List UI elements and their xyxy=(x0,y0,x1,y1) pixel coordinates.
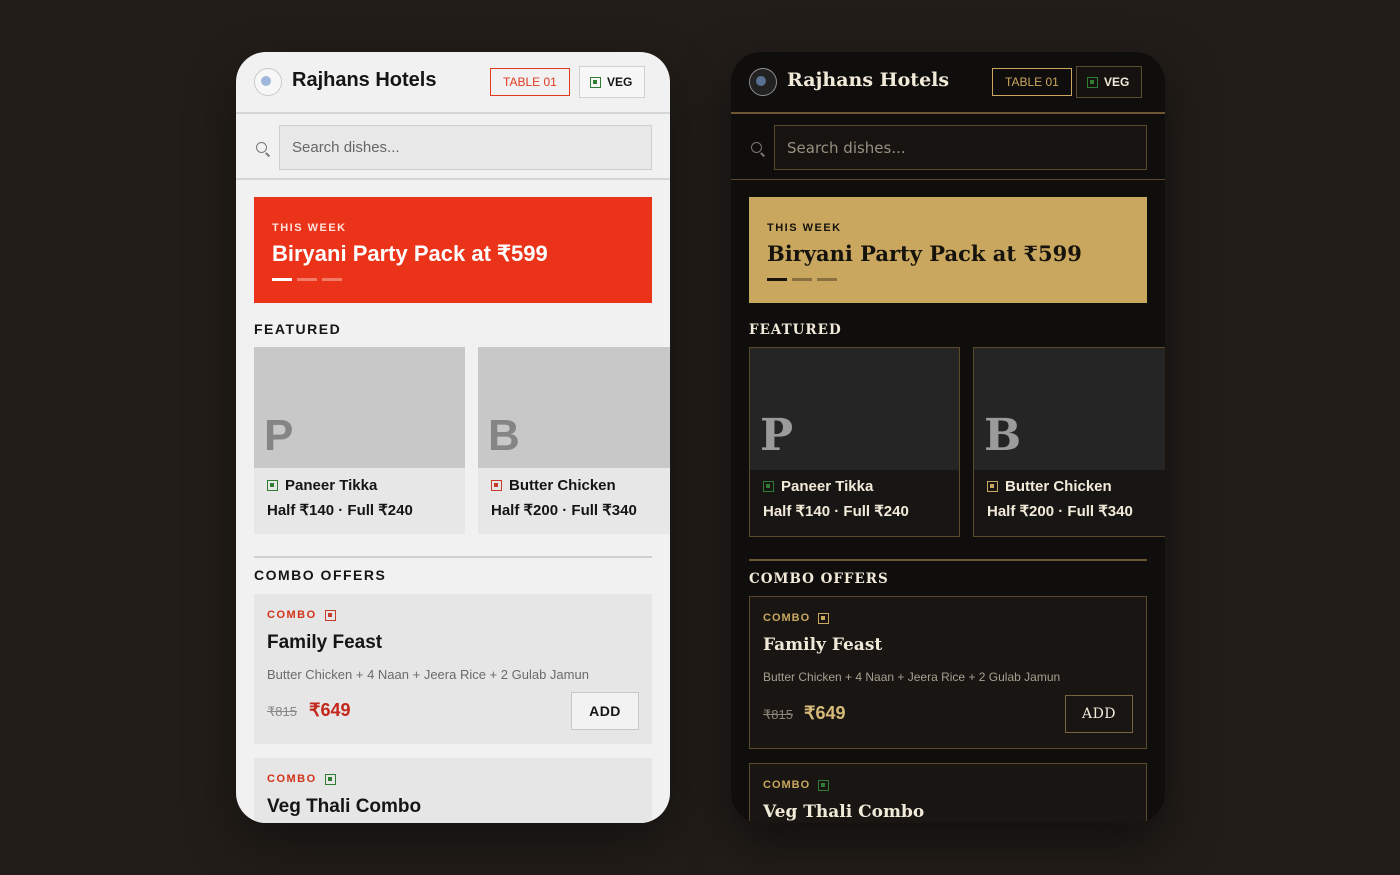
logo-icon xyxy=(254,68,282,96)
carousel-dot[interactable] xyxy=(767,278,787,281)
combo-label: COMBO xyxy=(763,779,811,791)
veg-label: VEG xyxy=(1104,75,1130,89)
combo-heading: COMBO OFFERS xyxy=(749,571,889,587)
featured-card-butter-chicken[interactable]: B Butter Chicken Half ₹200 · Full ₹340 xyxy=(973,347,1165,537)
carousel-dot[interactable] xyxy=(272,278,292,281)
dish-price: Half ₹140 · Full ₹240 xyxy=(763,503,909,520)
veg-label: VEG xyxy=(607,75,633,89)
search-bar xyxy=(236,114,670,180)
banner-title: Biryani Party Pack at ₹599 xyxy=(272,241,548,266)
combo-title: Family Feast xyxy=(763,635,883,655)
featured-card-paneer-tikka[interactable]: P Paneer Tikka Half ₹140 · Full ₹240 xyxy=(254,347,465,534)
combo-label: COMBO xyxy=(763,612,811,624)
dish-initial: B xyxy=(984,410,1022,461)
search-input[interactable] xyxy=(774,125,1147,170)
combo-title: Veg Thali Combo xyxy=(267,796,422,817)
dish-name: Paneer Tikka xyxy=(781,478,874,495)
section-divider xyxy=(254,556,652,558)
phone-dark-theme: Rajhans Hotels TABLE 01 VEG THIS WEEK Bi… xyxy=(731,52,1165,823)
featured-heading: FEATURED xyxy=(749,322,842,338)
non-veg-icon xyxy=(818,612,830,624)
phone-light-theme: Rajhans Hotels TABLE 01 VEG THIS WEEK Bi… xyxy=(236,52,670,823)
dish-initial: B xyxy=(488,411,520,460)
section-divider xyxy=(749,559,1147,561)
promo-banner[interactable]: THIS WEEK Biryani Party Pack at ₹599 xyxy=(254,197,652,303)
dish-name: Butter Chicken xyxy=(509,477,616,494)
combo-price: ₹649 xyxy=(804,703,846,723)
featured-card-butter-chicken[interactable]: B Butter Chicken Half ₹200 · Full ₹340 xyxy=(478,347,670,534)
veg-icon xyxy=(818,779,830,791)
combo-description: Butter Chicken + 4 Naan + Jeera Rice + 2… xyxy=(763,670,1061,684)
brand-name: Rajhans Hotels xyxy=(787,69,950,91)
veg-toggle[interactable]: VEG xyxy=(579,66,646,98)
combo-heading: COMBO OFFERS xyxy=(254,567,387,583)
dish-price: Half ₹200 · Full ₹340 xyxy=(987,503,1133,520)
featured-card-paneer-tikka[interactable]: P Paneer Tikka Half ₹140 · Full ₹240 xyxy=(749,347,960,537)
carousel-dots xyxy=(767,278,837,281)
veg-toggle[interactable]: VEG xyxy=(1076,66,1143,98)
non-veg-icon xyxy=(324,609,336,621)
combo-old-price: ₹815 xyxy=(763,707,793,722)
veg-icon xyxy=(324,773,336,785)
veg-icon xyxy=(267,480,278,491)
search-icon xyxy=(751,142,762,153)
carousel-dot[interactable] xyxy=(792,278,812,281)
veg-icon xyxy=(763,481,774,492)
search-input[interactable] xyxy=(279,125,652,170)
search-icon xyxy=(256,142,267,153)
dish-name-row: Paneer Tikka xyxy=(763,478,873,495)
dish-name-row: Butter Chicken xyxy=(491,477,616,494)
combo-old-price: ₹815 xyxy=(267,704,297,719)
header: Rajhans Hotels TABLE 01 VEG xyxy=(236,52,670,114)
brand-name: Rajhans Hotels xyxy=(292,69,437,91)
combo-label: COMBO xyxy=(267,609,317,621)
promo-banner[interactable]: THIS WEEK Biryani Party Pack at ₹599 xyxy=(749,197,1147,303)
table-badge: TABLE 01 xyxy=(490,68,570,96)
add-button[interactable]: ADD xyxy=(571,692,639,730)
table-badge: TABLE 01 xyxy=(992,68,1072,96)
banner-title: Biryani Party Pack at ₹599 xyxy=(767,241,1082,266)
combo-price: ₹649 xyxy=(309,700,351,720)
veg-icon xyxy=(590,76,601,88)
combo-card-veg-thali: COMBO Veg Thali Combo xyxy=(254,758,652,823)
featured-heading: FEATURED xyxy=(254,321,342,337)
header: Rajhans Hotels TABLE 01 VEG xyxy=(731,52,1165,114)
dish-initial: P xyxy=(264,411,294,460)
combo-kicker: COMBO xyxy=(267,773,336,785)
combo-card-family-feast: COMBO Family Feast Butter Chicken + 4 Na… xyxy=(749,596,1147,749)
dish-image-placeholder: P xyxy=(254,347,465,468)
search-bar xyxy=(731,114,1165,180)
add-button[interactable]: ADD xyxy=(1065,695,1133,733)
dish-name: Butter Chicken xyxy=(1005,478,1112,495)
banner-kicker: THIS WEEK xyxy=(272,222,347,234)
combo-kicker: COMBO xyxy=(763,779,830,791)
veg-icon xyxy=(1087,76,1098,88)
dish-image-placeholder: B xyxy=(478,347,670,468)
combo-title: Veg Thali Combo xyxy=(763,802,925,822)
banner-kicker: THIS WEEK xyxy=(767,222,842,234)
combo-description: Butter Chicken + 4 Naan + Jeera Rice + 2… xyxy=(267,667,589,682)
non-veg-icon xyxy=(491,480,502,491)
dish-name-row: Paneer Tikka xyxy=(267,477,377,494)
dish-image-placeholder: B xyxy=(974,348,1165,470)
carousel-dot[interactable] xyxy=(297,278,317,281)
combo-kicker: COMBO xyxy=(763,612,830,624)
dish-price: Half ₹140 · Full ₹240 xyxy=(267,502,413,519)
combo-kicker: COMBO xyxy=(267,609,336,621)
dish-name-row: Butter Chicken xyxy=(987,478,1112,495)
combo-title: Family Feast xyxy=(267,632,383,653)
dish-image-placeholder: P xyxy=(750,348,959,470)
dish-initial: P xyxy=(760,410,794,461)
carousel-dot[interactable] xyxy=(817,278,837,281)
combo-card-veg-thali: COMBO Veg Thali Combo xyxy=(749,763,1147,823)
carousel-dots xyxy=(272,278,342,281)
combo-label: COMBO xyxy=(267,773,317,785)
carousel-dot[interactable] xyxy=(322,278,342,281)
combo-card-family-feast: COMBO Family Feast Butter Chicken + 4 Na… xyxy=(254,594,652,744)
dish-price: Half ₹200 · Full ₹340 xyxy=(491,502,637,519)
dish-name: Paneer Tikka xyxy=(285,477,378,494)
non-veg-icon xyxy=(987,481,998,492)
logo-icon xyxy=(749,68,777,96)
